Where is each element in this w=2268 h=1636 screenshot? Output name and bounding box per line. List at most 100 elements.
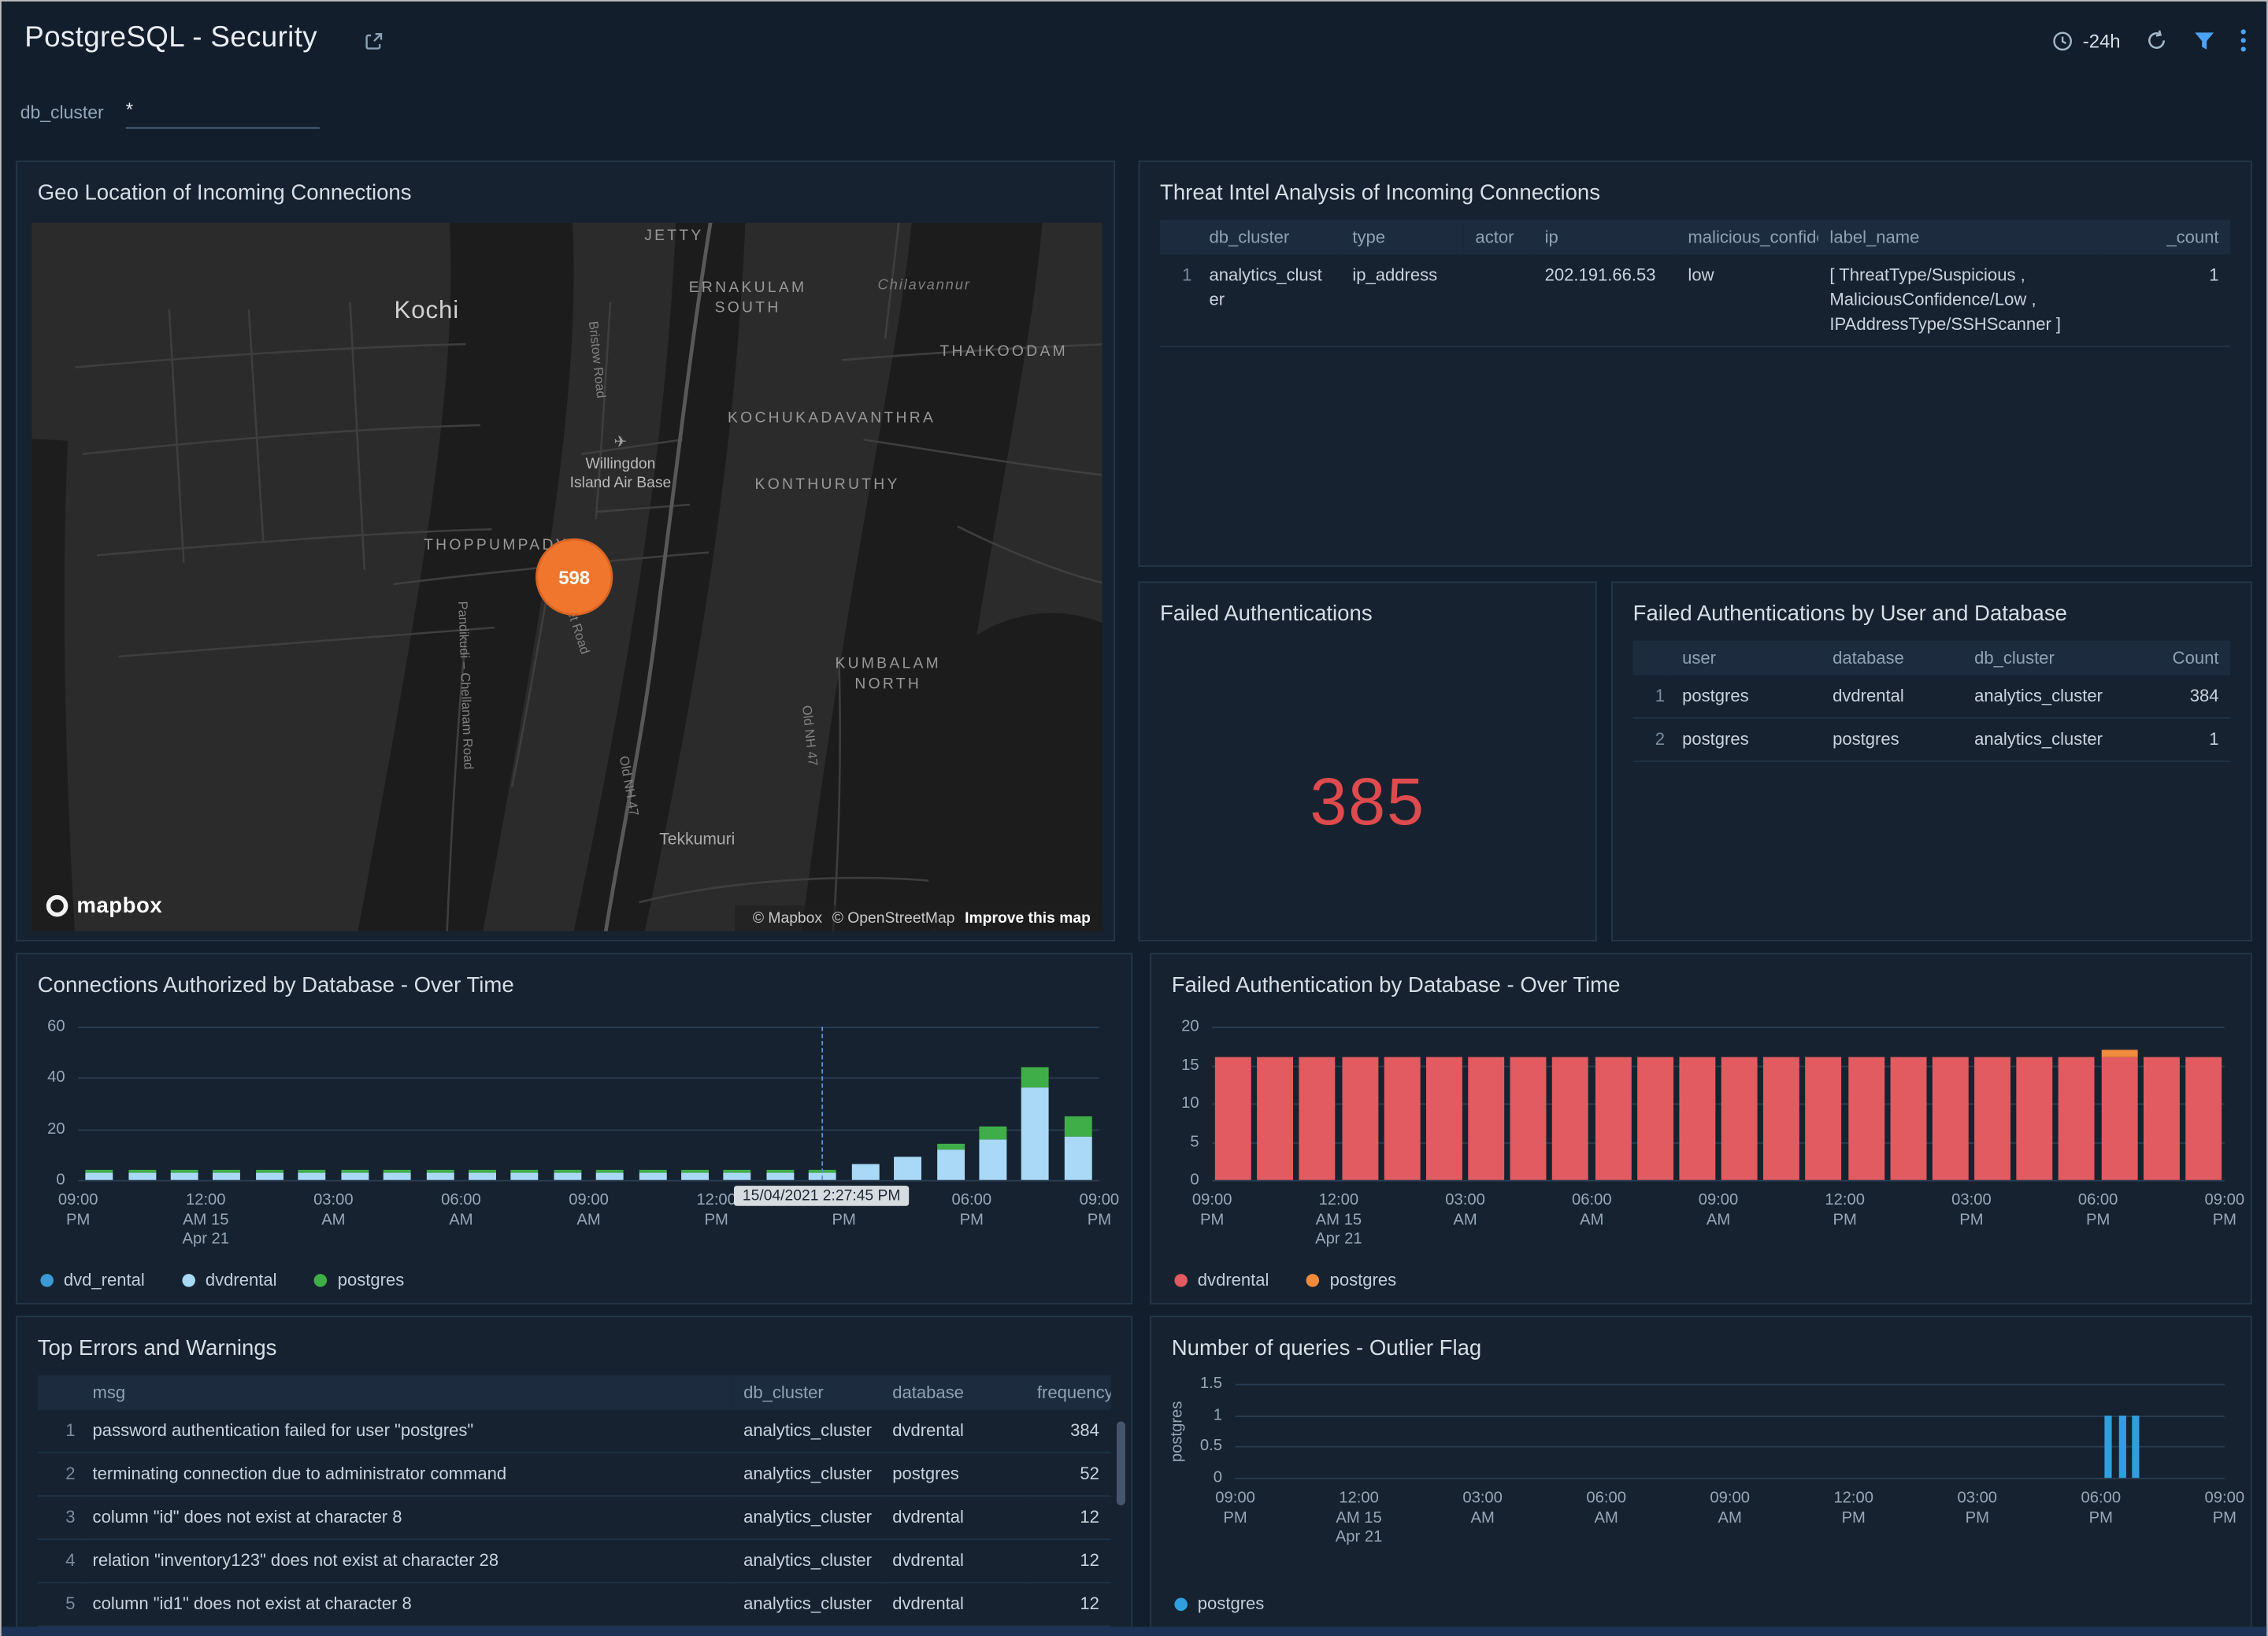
bar-segment[interactable] xyxy=(1384,1057,1420,1180)
bar-segment[interactable] xyxy=(171,1170,198,1172)
bar-segment[interactable] xyxy=(1021,1088,1049,1180)
column-header[interactable]: db_cluster xyxy=(732,1375,880,1410)
bar-segment[interactable] xyxy=(1426,1057,1462,1180)
column-header[interactable]: ip xyxy=(1533,220,1677,254)
bar-segment[interactable] xyxy=(639,1170,666,1172)
bar-segment[interactable] xyxy=(384,1172,411,1180)
bar-segment[interactable] xyxy=(1064,1137,1091,1180)
bar-segment[interactable] xyxy=(1637,1057,1673,1180)
bar-segment[interactable] xyxy=(213,1170,241,1172)
column-header[interactable]: db_cluster xyxy=(1198,220,1341,254)
column-header[interactable]: label_name xyxy=(1818,220,2100,254)
bar-segment[interactable] xyxy=(213,1172,241,1180)
bar-segment[interactable] xyxy=(1848,1057,1884,1180)
legend-item[interactable]: postgres xyxy=(1174,1593,1264,1614)
bar-segment[interactable] xyxy=(724,1172,751,1180)
column-header[interactable]: Count xyxy=(2129,641,2231,675)
bar-segment[interactable] xyxy=(766,1170,794,1172)
bar-segment[interactable] xyxy=(256,1170,284,1172)
legend-item[interactable]: postgres xyxy=(314,1270,404,1290)
bar-segment[interactable] xyxy=(894,1157,921,1180)
bar-segment[interactable] xyxy=(171,1172,198,1180)
bar-segment[interactable] xyxy=(1064,1116,1091,1137)
column-header[interactable]: frequency xyxy=(1025,1375,1110,1410)
bar-segment[interactable] xyxy=(2101,1057,2137,1180)
top-errors-table[interactable]: msgdb_clusterdatabasefrequency1password … xyxy=(38,1375,1111,1627)
bar-segment[interactable] xyxy=(681,1172,709,1180)
bar-segment[interactable] xyxy=(2101,1049,2137,1057)
bar-segment[interactable] xyxy=(1933,1057,1969,1180)
bar-segment[interactable] xyxy=(2185,1057,2222,1180)
refresh-icon[interactable] xyxy=(2145,29,2168,52)
kebab-menu-icon[interactable] xyxy=(2240,29,2246,52)
column-header[interactable]: malicious_confidence xyxy=(1677,220,1818,254)
bar-segment[interactable] xyxy=(1258,1057,1294,1180)
bar-segment[interactable] xyxy=(2144,1057,2180,1180)
bar-segment[interactable] xyxy=(2059,1057,2095,1180)
map-marker-cluster[interactable]: 598 xyxy=(536,539,612,615)
table-row[interactable]: 3column "id" does not exist at character… xyxy=(38,1496,1111,1539)
bar-segment[interactable] xyxy=(86,1172,113,1180)
bar-segment[interactable] xyxy=(724,1170,751,1172)
map-canvas[interactable]: Kochi JETTY ERNAKULAM SOUTH Chilavannur … xyxy=(32,223,1102,931)
table-row[interactable]: 1analytics_clusterip_address202.191.66.5… xyxy=(1160,254,2230,346)
bar-segment[interactable] xyxy=(256,1172,284,1180)
filter-icon[interactable] xyxy=(2192,30,2215,52)
bar-segment[interactable] xyxy=(1468,1057,1504,1180)
bar-segment[interactable] xyxy=(936,1144,964,1149)
filter-value-input[interactable]: * xyxy=(126,98,320,129)
bar-segment[interactable] xyxy=(554,1172,581,1180)
time-range-control[interactable]: -24h xyxy=(2051,29,2120,52)
chart-plot[interactable]: postgres 00.511.509:00PM12:00AM 15Apr 21… xyxy=(1236,1384,2225,1478)
bar-segment[interactable] xyxy=(554,1170,581,1172)
bar-segment[interactable] xyxy=(341,1172,369,1180)
bar-segment[interactable] xyxy=(1890,1057,1926,1180)
bar-segment[interactable] xyxy=(2105,1415,2112,1478)
failed-auth-user-table[interactable]: userdatabasedb_clusterCount1postgresdvdr… xyxy=(1633,641,2231,762)
bar-segment[interactable] xyxy=(979,1127,1006,1139)
bar-segment[interactable] xyxy=(86,1170,113,1172)
table-row[interactable]: 2postgrespostgresanalytics_cluster1 xyxy=(1633,718,2231,761)
bar-segment[interactable] xyxy=(2118,1415,2125,1478)
bar-segment[interactable] xyxy=(298,1172,326,1180)
legend-item[interactable]: postgres xyxy=(1306,1270,1396,1290)
bar-segment[interactable] xyxy=(1553,1057,1589,1180)
legend-item[interactable]: dvdrental xyxy=(183,1270,277,1290)
bar-segment[interactable] xyxy=(766,1172,794,1180)
bar-segment[interactable] xyxy=(1021,1068,1049,1088)
mapbox-logo[interactable]: mapbox xyxy=(46,894,163,918)
column-header[interactable]: db_cluster xyxy=(1962,641,2129,675)
horizontal-scrollbar[interactable] xyxy=(2,1627,2266,1636)
bar-segment[interactable] xyxy=(469,1172,496,1180)
column-header[interactable]: _count xyxy=(2100,220,2230,254)
bar-segment[interactable] xyxy=(1974,1057,2010,1180)
bar-segment[interactable] xyxy=(596,1172,624,1180)
bar-segment[interactable] xyxy=(128,1170,156,1172)
bar-segment[interactable] xyxy=(1299,1057,1336,1180)
bar-segment[interactable] xyxy=(1595,1057,1631,1180)
bar-segment[interactable] xyxy=(1763,1057,1799,1180)
mapbox-attribution-link[interactable]: © Mapbox xyxy=(753,909,822,927)
bar-segment[interactable] xyxy=(1510,1057,1547,1180)
table-row[interactable]: 5column "id1" does not exist at characte… xyxy=(38,1582,1111,1626)
column-header[interactable]: database xyxy=(881,1375,1026,1410)
bar-segment[interactable] xyxy=(851,1164,879,1179)
table-row[interactable]: 1postgresdvdrentalanalytics_cluster384 xyxy=(1633,675,2231,718)
bar-segment[interactable] xyxy=(1679,1057,1715,1180)
bar-segment[interactable] xyxy=(341,1170,369,1172)
table-row[interactable]: 4relation "inventory123" does not exist … xyxy=(38,1539,1111,1582)
improve-map-link[interactable]: Improve this map xyxy=(965,909,1091,927)
column-header[interactable]: database xyxy=(1821,641,1962,675)
legend-item[interactable]: dvdrental xyxy=(1174,1270,1269,1290)
bar-segment[interactable] xyxy=(2017,1057,2053,1180)
bar-segment[interactable] xyxy=(1721,1057,1758,1180)
bar-segment[interactable] xyxy=(1342,1057,1378,1180)
bar-segment[interactable] xyxy=(1806,1057,1842,1180)
bar-segment[interactable] xyxy=(469,1170,496,1172)
bar-segment[interactable] xyxy=(384,1170,411,1172)
column-header[interactable]: msg xyxy=(81,1375,732,1410)
bar-segment[interactable] xyxy=(426,1172,454,1180)
bar-segment[interactable] xyxy=(681,1170,709,1172)
threat-intel-table[interactable]: db_clustertypeactoripmalicious_confidenc… xyxy=(1160,220,2230,347)
bar-segment[interactable] xyxy=(2132,1415,2139,1478)
